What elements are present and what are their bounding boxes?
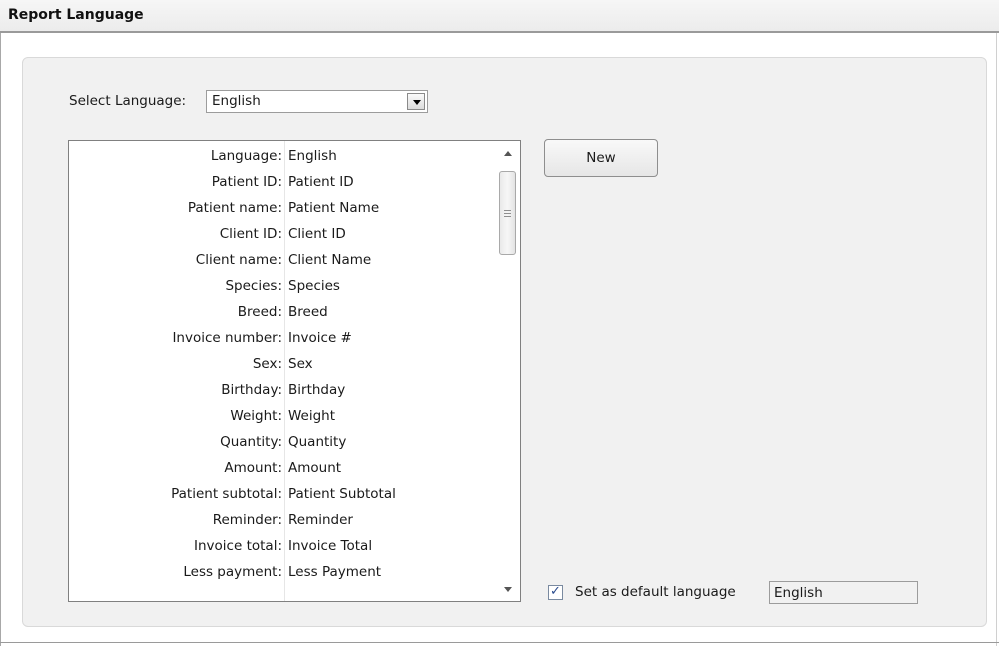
default-language-field: English <box>769 581 918 604</box>
field-label: Breed: <box>237 304 282 320</box>
vertical-scrollbar[interactable] <box>496 141 520 601</box>
list-item[interactable]: Invoice total: Invoice Total <box>69 533 494 559</box>
chevron-down-icon[interactable] <box>407 93 425 110</box>
translation-list[interactable]: Language: English Patient ID: Patient ID Pat… <box>68 140 521 602</box>
list-item[interactable]: Language: English <box>69 143 494 169</box>
field-label: Quantity: <box>220 434 282 450</box>
field-label: Reminder: <box>212 512 282 528</box>
list-item[interactable]: Client ID: Client ID <box>69 221 494 247</box>
right-border <box>996 33 997 646</box>
page-header: Report Language <box>0 0 999 33</box>
list-item[interactable]: Amount: Amount <box>69 455 494 481</box>
list-item[interactable]: Invoice number: Invoice # <box>69 325 494 351</box>
list-item[interactable]: Patient subtotal: Patient Subtotal <box>69 481 494 507</box>
field-label: Patient ID: <box>211 174 282 190</box>
list-item[interactable]: Breed: Breed <box>69 299 494 325</box>
field-value[interactable]: Invoice # <box>288 330 352 346</box>
list-item[interactable]: Sex: Sex <box>69 351 494 377</box>
field-value[interactable]: Patient Name <box>288 200 379 216</box>
list-item[interactable]: Patient ID: Patient ID <box>69 169 494 195</box>
field-value[interactable]: Patient Subtotal <box>288 486 396 502</box>
new-language-button[interactable]: New <box>544 139 658 177</box>
field-label: Patient subtotal: <box>171 486 282 502</box>
field-label: Patient name: <box>187 200 282 216</box>
arrow-down-icon[interactable] <box>504 587 512 592</box>
field-value[interactable]: Sex <box>288 356 313 372</box>
check-icon: ✓ <box>550 584 561 599</box>
grip-line <box>504 216 511 217</box>
field-label: Language: <box>210 148 282 164</box>
default-language-value: English <box>774 585 823 601</box>
field-value[interactable]: Quantity <box>288 434 346 450</box>
field-value[interactable]: Breed <box>288 304 328 320</box>
field-label: Weight: <box>230 408 282 424</box>
list-item[interactable]: Species: Species <box>69 273 494 299</box>
language-select-value: English <box>212 93 261 109</box>
grip-line <box>504 213 511 214</box>
field-label: Sex: <box>252 356 282 372</box>
list-item[interactable]: Patient name: Patient Name <box>69 195 494 221</box>
field-label: Client name: <box>195 252 282 268</box>
field-value[interactable]: Birthday <box>288 382 345 398</box>
grip-line <box>504 210 511 211</box>
list-item[interactable]: Birthday: Birthday <box>69 377 494 403</box>
scrollbar-thumb[interactable] <box>499 171 516 255</box>
field-value[interactable]: Client Name <box>288 252 371 268</box>
field-value[interactable]: Patient ID <box>288 174 354 190</box>
field-value[interactable]: Less Payment <box>288 564 381 580</box>
list-item[interactable]: Less payment: Less Payment <box>69 559 494 585</box>
arrow-up-icon[interactable] <box>504 151 512 156</box>
field-value[interactable]: Invoice Total <box>288 538 372 554</box>
field-value[interactable]: Reminder <box>288 512 353 528</box>
field-value[interactable]: Amount <box>288 460 341 476</box>
list-item[interactable]: Weight: Weight <box>69 403 494 429</box>
language-select[interactable]: English <box>206 90 428 113</box>
list-item[interactable]: Reminder: Reminder <box>69 507 494 533</box>
field-label: Amount: <box>224 460 282 476</box>
select-language-label: Select Language: <box>69 93 187 109</box>
field-label: Client ID: <box>219 226 282 242</box>
field-label: Less payment: <box>183 564 282 580</box>
list-item[interactable]: Client name: Client Name <box>69 247 494 273</box>
field-value[interactable]: English <box>288 148 337 164</box>
field-label: Species: <box>225 278 282 294</box>
left-border <box>0 33 1 646</box>
field-value[interactable]: Species <box>288 278 340 294</box>
bottom-border <box>0 642 999 643</box>
field-label: Invoice number: <box>172 330 282 346</box>
field-value[interactable]: Client ID <box>288 226 346 242</box>
field-value[interactable]: Weight <box>288 408 335 424</box>
list-item[interactable]: Quantity: Quantity <box>69 429 494 455</box>
page-title: Report Language <box>8 7 144 23</box>
default-language-label: Set as default language <box>575 584 736 600</box>
field-label: Birthday: <box>221 382 282 398</box>
default-language-checkbox[interactable]: ✓ <box>548 584 563 600</box>
field-label: Invoice total: <box>194 538 282 554</box>
